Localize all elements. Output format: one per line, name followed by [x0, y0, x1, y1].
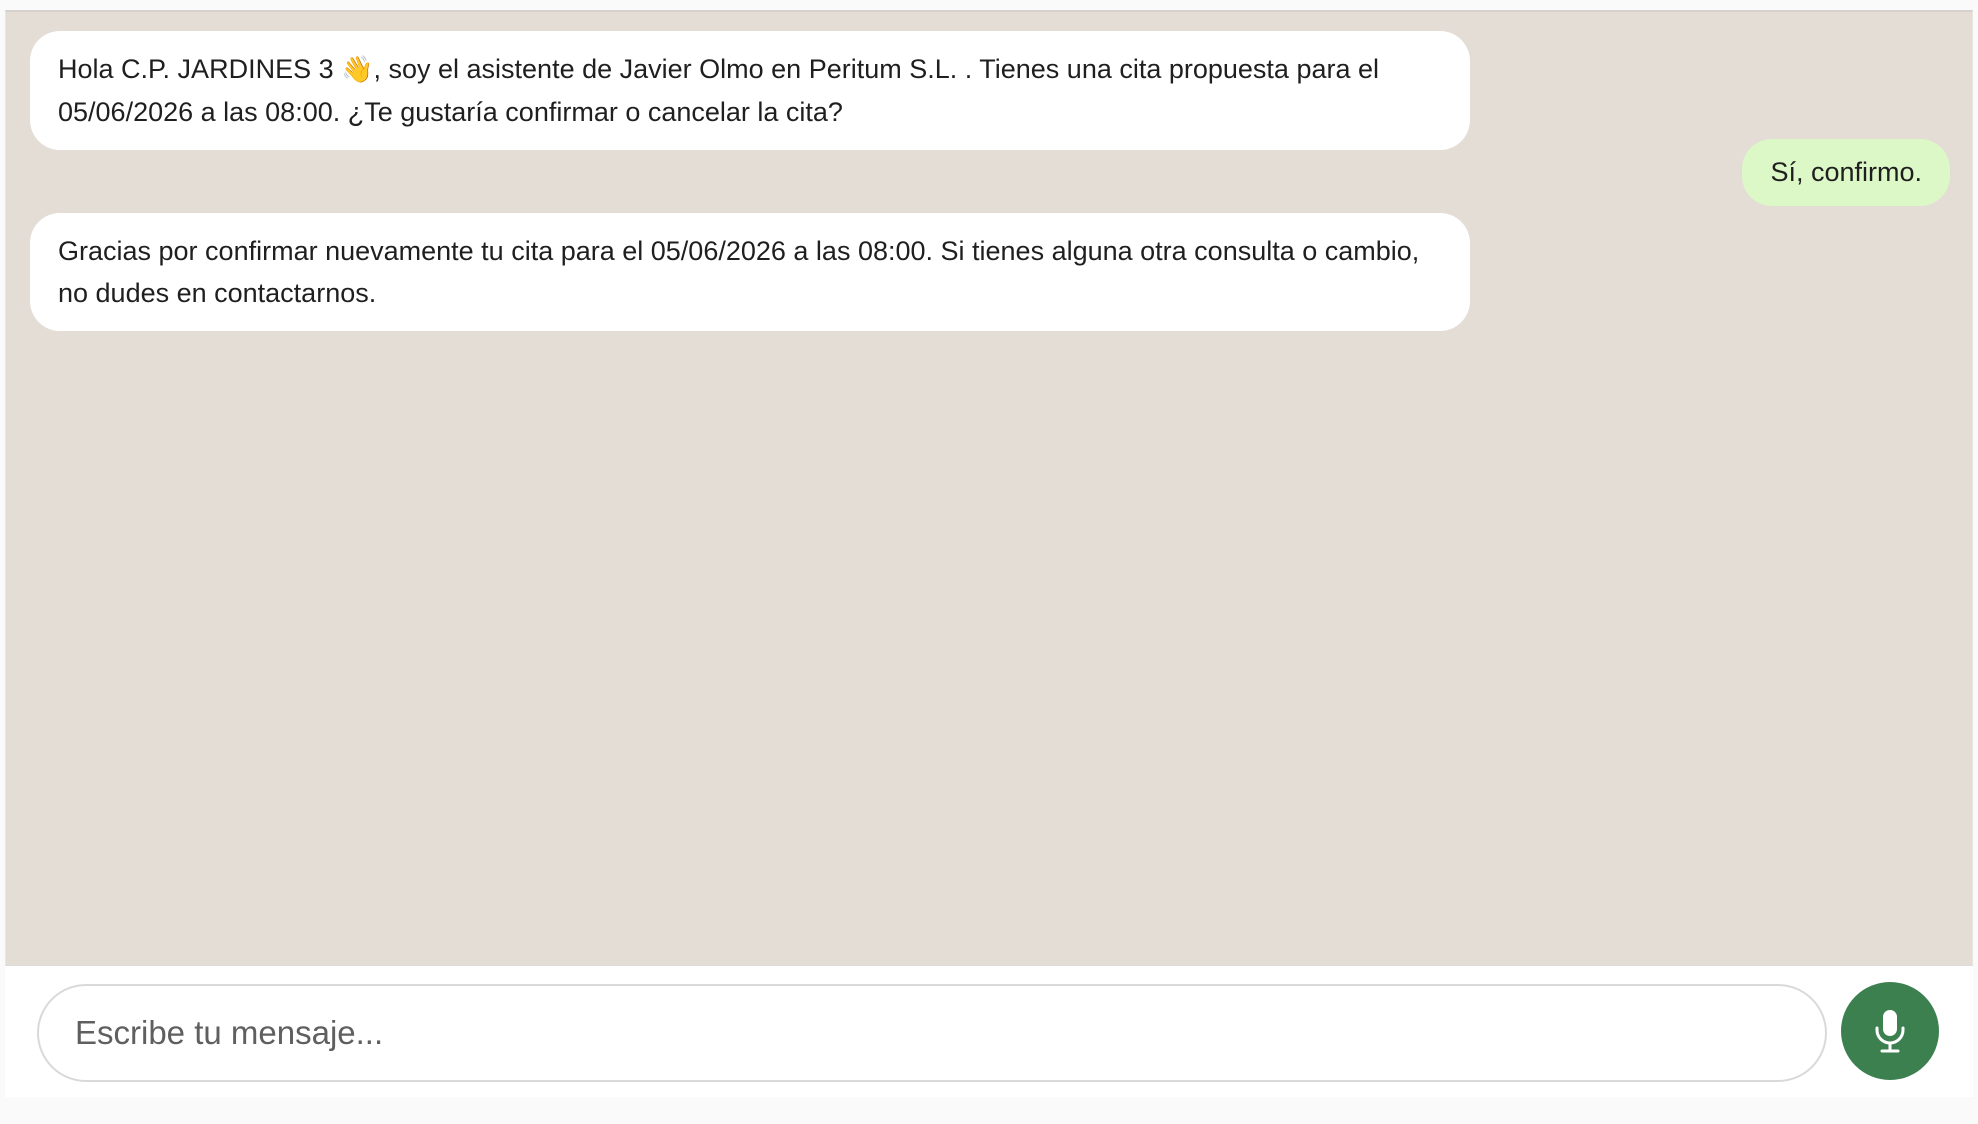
- message-composer: [5, 965, 1973, 1097]
- bot-message: Gracias por confirmar nuevamente tu cita…: [30, 213, 1470, 331]
- waving-hand-emoji: 👋: [341, 55, 374, 85]
- message-text: Gracias por confirmar nuevamente tu cita…: [58, 236, 1420, 308]
- microphone-button[interactable]: [1841, 982, 1939, 1080]
- bot-message: Hola C.P. JARDINES 3 👋, soy el asistente…: [30, 31, 1470, 150]
- user-message: Sí, confirmo.: [1742, 139, 1950, 206]
- chat-app: Hola C.P. JARDINES 3 👋, soy el asistente…: [0, 0, 1978, 1124]
- message-text: Hola C.P. JARDINES 3: [58, 54, 342, 84]
- message-input-wrapper: [37, 984, 1827, 1082]
- microphone-icon: [1875, 1010, 1905, 1053]
- chat-window: Hola C.P. JARDINES 3 👋, soy el asistente…: [5, 10, 1973, 965]
- message-list: Hola C.P. JARDINES 3 👋, soy el asistente…: [6, 12, 1972, 965]
- message-text: Sí, confirmo.: [1770, 157, 1922, 187]
- message-input[interactable]: [39, 986, 1825, 1080]
